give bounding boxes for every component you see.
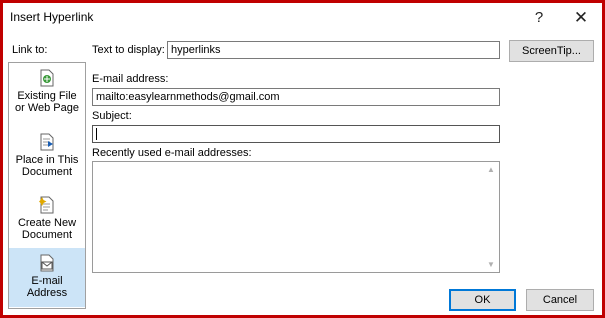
insert-hyperlink-dialog: Insert Hyperlink ? ✕ Link to: Existing F… — [0, 0, 605, 318]
place-in-document-icon — [40, 133, 54, 151]
email-icon — [40, 254, 54, 272]
subject-label: Subject: — [92, 110, 132, 122]
text-caret — [96, 128, 97, 140]
recent-emails-scrollbar[interactable]: ▲ ▼ — [484, 162, 499, 272]
title-bar: Insert Hyperlink ? ✕ — [3, 3, 602, 33]
recent-emails-list[interactable]: ▲ ▼ — [92, 161, 500, 273]
help-button[interactable]: ? — [526, 6, 552, 30]
link-to-bar: Existing File or Web Page Place in This … — [8, 62, 86, 309]
link-existing-file-line1: Existing File — [17, 90, 77, 102]
link-email-line1: E-mail — [31, 275, 63, 287]
email-address-input[interactable]: mailto:easylearnmethods@gmail.com — [92, 88, 500, 106]
link-email-address[interactable]: E-mail Address — [9, 248, 85, 307]
text-to-display-label: Text to display: — [92, 44, 165, 56]
scroll-up-icon[interactable]: ▲ — [487, 165, 495, 174]
ok-button[interactable]: OK — [449, 289, 516, 311]
new-document-icon — [39, 196, 54, 214]
link-place-line1: Place in This — [15, 154, 79, 166]
link-email-line2: Address — [26, 287, 68, 299]
link-to-label: Link to: — [12, 44, 48, 56]
link-create-new-line1: Create New — [17, 217, 77, 229]
dialog-title: Insert Hyperlink — [10, 10, 94, 24]
text-to-display-input[interactable]: hyperlinks — [167, 41, 500, 59]
link-existing-file-line2: or Web Page — [14, 102, 79, 114]
email-address-label: E-mail address: — [92, 73, 169, 85]
link-place-line2: Document — [21, 166, 73, 178]
link-create-new-line2: Document — [21, 229, 73, 241]
screentip-button[interactable]: ScreenTip... — [509, 40, 594, 62]
link-existing-file[interactable]: Existing File or Web Page — [9, 69, 85, 121]
recent-emails-label: Recently used e-mail addresses: — [92, 147, 252, 159]
cancel-button[interactable]: Cancel — [526, 289, 594, 311]
scroll-down-icon[interactable]: ▼ — [487, 260, 495, 269]
subject-input[interactable] — [92, 125, 500, 143]
close-button[interactable]: ✕ — [568, 6, 594, 30]
link-place-in-document[interactable]: Place in This Document — [9, 133, 85, 185]
link-create-new-document[interactable]: Create New Document — [9, 196, 85, 248]
existing-file-icon — [40, 69, 54, 87]
